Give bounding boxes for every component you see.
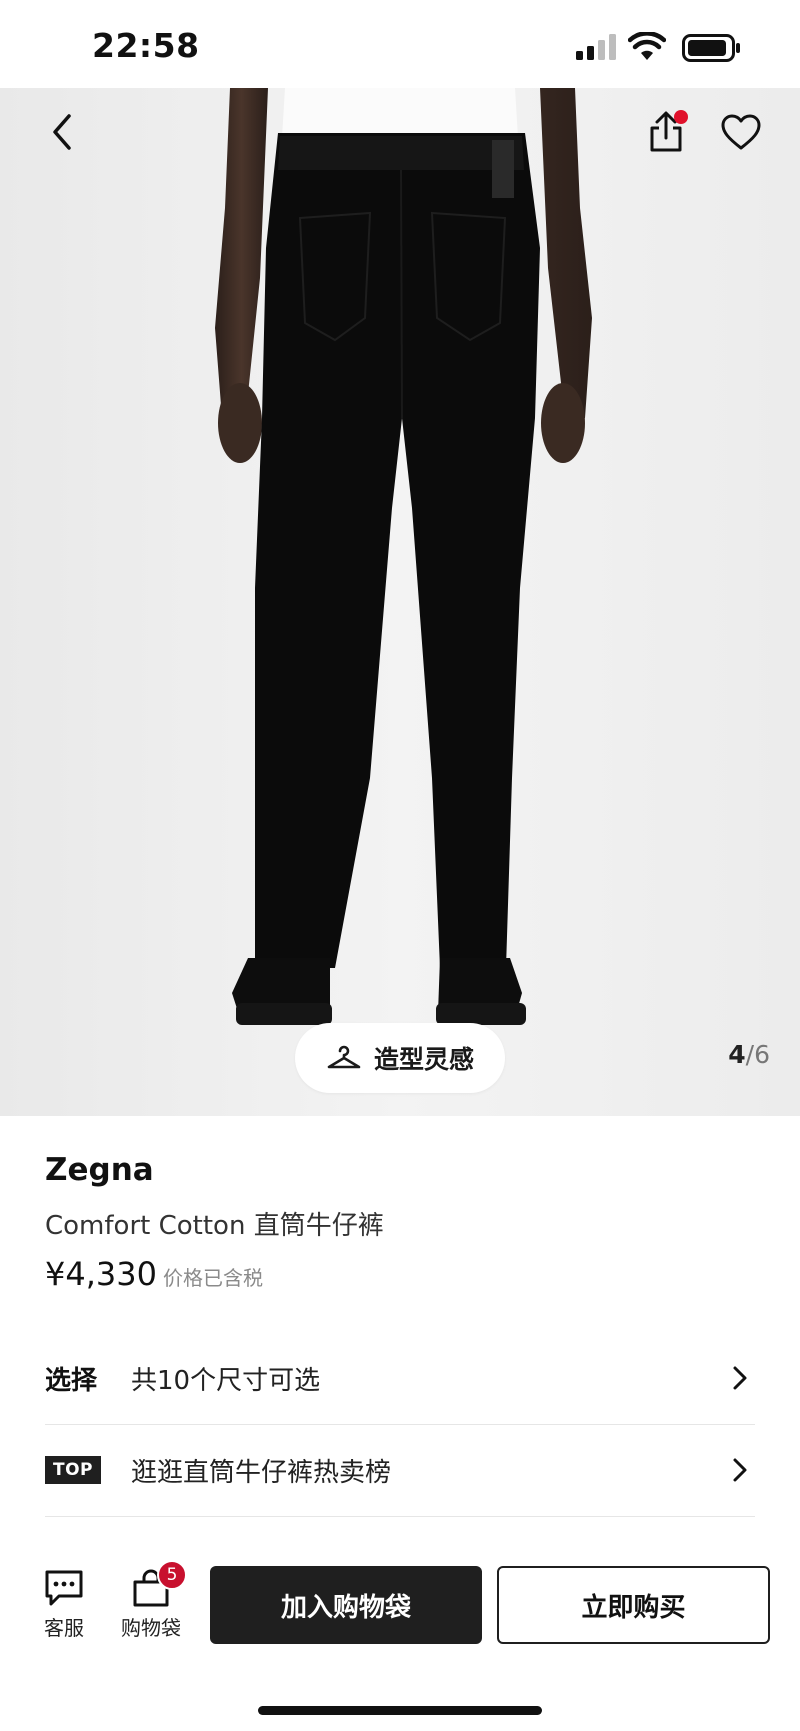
shopping-bag-button[interactable]: 5 购物袋 — [115, 1560, 187, 1641]
product-photo — [215, 88, 592, 1025]
back-button[interactable] — [40, 110, 84, 154]
chat-bubble-icon — [45, 1570, 83, 1606]
image-counter-separator: / — [745, 1040, 755, 1069]
cart-count-badge: 5 — [157, 1560, 187, 1590]
status-time: 22:58 — [92, 26, 200, 65]
chevron-right-icon — [733, 1458, 747, 1482]
heart-icon — [721, 114, 761, 150]
share-notification-dot — [674, 110, 688, 124]
image-counter-total: 6 — [754, 1040, 770, 1069]
battery-icon — [682, 34, 740, 62]
size-selector-row[interactable]: 选择 共10个尺寸可选 — [45, 1333, 755, 1423]
cellular-signal-icon — [576, 34, 616, 60]
product-name: Comfort Cotton 直筒牛仔裤 — [45, 1211, 384, 1241]
status-bar: 22:58 — [0, 0, 800, 88]
wifi-icon — [628, 32, 666, 60]
product-brand[interactable]: Zegna — [45, 1152, 154, 1188]
bestseller-ranking-text: 逛逛直筒牛仔裤热卖榜 — [131, 1457, 392, 1488]
top-badge: TOP — [45, 1456, 101, 1484]
chevron-right-icon — [733, 1366, 747, 1390]
price-tax-note: 价格已含税 — [162, 1266, 263, 1290]
hanger-icon — [327, 1045, 361, 1069]
shopping-bag-label: 购物袋 — [121, 1616, 181, 1640]
style-inspiration-label: 造型灵感 — [373, 1045, 474, 1074]
bestseller-ranking-row[interactable]: TOP 逛逛直筒牛仔裤热卖榜 — [45, 1425, 755, 1515]
add-to-bag-button[interactable]: 加入购物袋 — [210, 1566, 482, 1644]
image-counter-current: 4 — [728, 1040, 746, 1069]
customer-service-label: 客服 — [44, 1616, 84, 1640]
image-counter: 4/6 — [728, 1040, 770, 1069]
bottom-action-bar: 客服 5 购物袋 加入购物袋 立即购买 — [0, 1530, 800, 1670]
product-price: ¥4,330 — [45, 1255, 157, 1293]
divider — [45, 1516, 755, 1517]
customer-service-button[interactable]: 客服 — [38, 1568, 90, 1641]
size-selector-label: 选择 — [45, 1365, 98, 1396]
buy-now-button[interactable]: 立即购买 — [497, 1566, 770, 1644]
chevron-left-icon — [53, 114, 71, 150]
product-image-gallery[interactable]: 造型灵感 4/6 — [0, 88, 800, 1116]
home-indicator[interactable] — [258, 1706, 542, 1715]
share-button[interactable] — [640, 106, 692, 158]
favorite-button[interactable] — [716, 108, 766, 158]
price-row: ¥4,330 价格已含税 — [45, 1255, 263, 1293]
size-selector-text: 共10个尺寸可选 — [131, 1365, 321, 1396]
style-inspiration-button[interactable]: 造型灵感 — [295, 1023, 505, 1093]
